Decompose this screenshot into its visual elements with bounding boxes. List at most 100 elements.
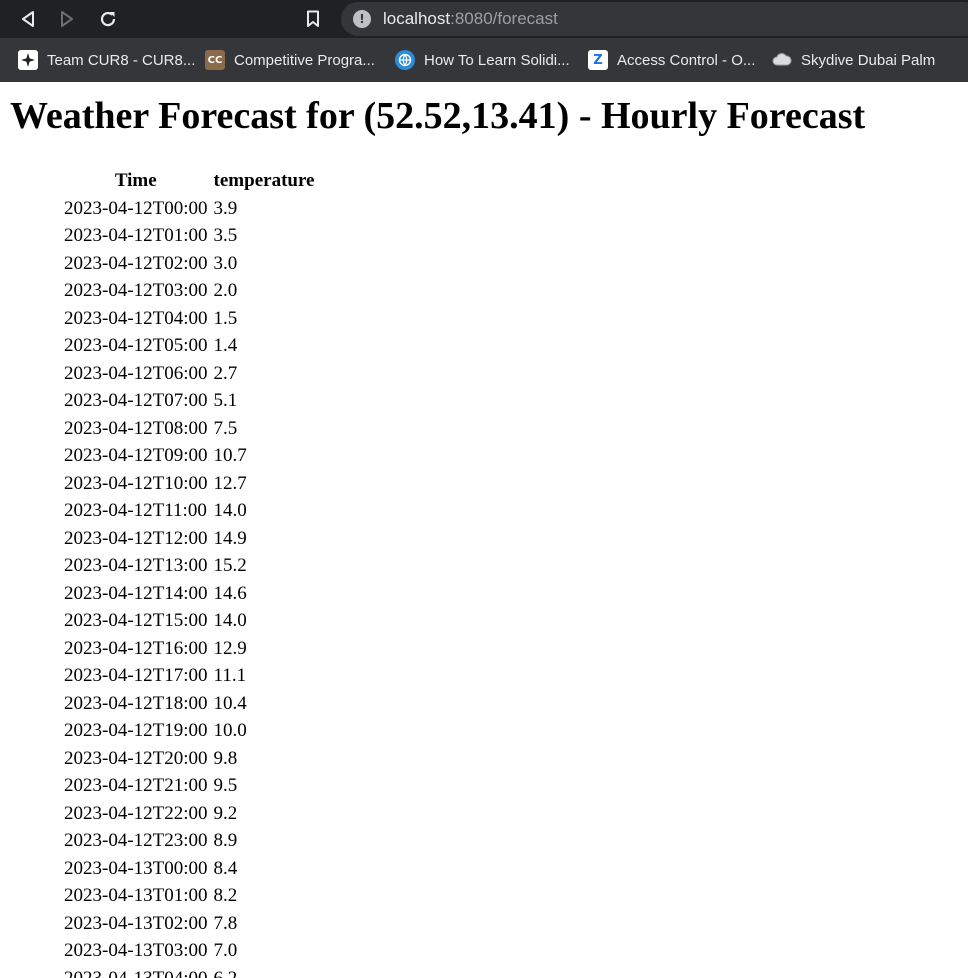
time-cell: 2023-04-13T00:00 xyxy=(64,857,208,879)
temperature-cell: 12.9 xyxy=(213,637,247,659)
table-row: 2023-04-12T05:00 1.4 xyxy=(62,333,316,361)
bookmark-access-control[interactable]: Z Access Control - O... xyxy=(588,38,755,82)
table-header-row: Time temperature xyxy=(62,166,316,195)
time-cell: 2023-04-12T22:00 xyxy=(64,802,208,824)
table-row: 2023-04-13T00:00 8.4 xyxy=(62,855,316,883)
temperature-cell: 14.0 xyxy=(213,500,247,522)
bookmark-icon xyxy=(307,10,319,27)
temperature-cell: 10.4 xyxy=(213,692,247,714)
table-row: 2023-04-12T20:00 9.8 xyxy=(62,745,316,773)
table-row: 2023-04-12T22:00 9.2 xyxy=(62,800,316,828)
bookmark-page-button[interactable] xyxy=(300,6,326,32)
temperature-cell: 3.0 xyxy=(213,252,238,274)
table-row: 2023-04-12T17:00 11.1 xyxy=(62,663,316,691)
temperature-cell: 7.0 xyxy=(213,940,238,962)
temperature-cell: 9.8 xyxy=(213,747,238,769)
browser-toolbar: ! localhost:8080/forecast xyxy=(0,0,968,38)
table-row: 2023-04-12T19:00 10.0 xyxy=(62,718,316,746)
temperature-cell: 7.8 xyxy=(213,912,238,934)
time-cell: 2023-04-12T09:00 xyxy=(64,445,208,467)
temperature-cell: 1.5 xyxy=(213,307,238,329)
temperature-cell: 9.2 xyxy=(213,802,238,824)
temperature-cell: 7.5 xyxy=(213,417,238,439)
time-cell: 2023-04-12T19:00 xyxy=(64,720,208,742)
table-row: 2023-04-13T02:00 7.8 xyxy=(62,910,316,938)
temperature-cell: 5.1 xyxy=(213,390,238,412)
table-row: 2023-04-12T21:00 9.5 xyxy=(62,773,316,801)
forecast-table: Time temperature 2023-04-12T00:00 3.9 2023… xyxy=(60,166,318,978)
table-row: 2023-04-12T00:00 3.9 xyxy=(62,195,316,223)
temperature-cell: 8.4 xyxy=(213,857,238,879)
column-header-temperature: temperature xyxy=(213,169,315,191)
table-row: 2023-04-12T23:00 8.9 xyxy=(62,828,316,856)
table-row: 2023-04-12T16:00 12.9 xyxy=(62,635,316,663)
time-cell: 2023-04-12T03:00 xyxy=(64,280,208,302)
table-row: 2023-04-12T18:00 10.4 xyxy=(62,690,316,718)
time-cell: 2023-04-12T04:00 xyxy=(64,307,208,329)
time-cell: 2023-04-13T01:00 xyxy=(64,885,208,907)
reload-button[interactable] xyxy=(94,6,122,32)
time-cell: 2023-04-13T04:00 xyxy=(62,965,210,978)
time-cell: 2023-04-12T16:00 xyxy=(64,637,208,659)
temperature-cell: 9.5 xyxy=(213,775,238,797)
bookmark-learn-solidity[interactable]: How To Learn Solidi... xyxy=(395,38,570,82)
temperature-cell: 2.7 xyxy=(213,362,238,384)
temperature-cell: 10.7 xyxy=(213,445,247,467)
url-host: localhost xyxy=(383,9,451,28)
column-header-time: Time xyxy=(114,169,157,191)
time-cell: 2023-04-12T18:00 xyxy=(64,692,208,714)
table-row: 2023-04-12T10:00 12.7 xyxy=(62,470,316,498)
forward-button[interactable] xyxy=(53,6,81,32)
temperature-cell: 3.5 xyxy=(213,225,238,247)
temperature-cell: 1.4 xyxy=(213,335,238,357)
cc-icon: CC xyxy=(205,50,225,70)
table-row: 2023-04-12T14:00 14.6 xyxy=(62,580,316,608)
cloud-icon xyxy=(772,50,792,70)
time-cell: 2023-04-12T17:00 xyxy=(64,665,208,687)
temperature-cell: 15.2 xyxy=(213,555,247,577)
forward-arrow-icon xyxy=(61,11,73,27)
bookmark-label: Competitive Progra... xyxy=(234,51,375,69)
time-cell: 2023-04-12T12:00 xyxy=(64,527,208,549)
site-info-icon[interactable]: ! xyxy=(353,10,371,28)
time-cell: 2023-04-12T21:00 xyxy=(64,775,208,797)
back-button[interactable] xyxy=(14,6,42,32)
table-row: 2023-04-12T01:00 3.5 xyxy=(62,223,316,251)
table-row: 2023-04-12T03:00 2.0 xyxy=(62,278,316,306)
temperature-cell: 3.9 xyxy=(213,197,238,219)
temperature-cell: 8.2 xyxy=(213,885,238,907)
temperature-cell: 12.7 xyxy=(213,472,247,494)
table-row: 2023-04-12T08:00 7.5 xyxy=(62,415,316,443)
z-icon: Z xyxy=(588,50,608,70)
time-cell: 2023-04-12T10:00 xyxy=(64,472,208,494)
table-row: 2023-04-12T13:00 15.2 xyxy=(62,553,316,581)
table-row: 2023-04-13T04:006.2 xyxy=(62,965,316,978)
temperature-cell: 14.0 xyxy=(213,610,247,632)
bookmark-competitive-programming[interactable]: CC Competitive Progra... xyxy=(205,38,375,82)
table-row: 2023-04-13T01:00 8.2 xyxy=(62,883,316,911)
table-row: 2023-04-12T12:00 14.9 xyxy=(62,525,316,553)
url-text[interactable]: localhost:8080/forecast xyxy=(383,2,558,36)
address-bar[interactable]: ! localhost:8080/forecast xyxy=(341,2,968,36)
table-row: 2023-04-12T02:00 3.0 xyxy=(62,250,316,278)
time-cell: 2023-04-12T11:00 xyxy=(64,500,207,522)
time-cell: 2023-04-13T03:00 xyxy=(64,940,208,962)
page-content: Weather Forecast for (52.52,13.41) - Hou… xyxy=(0,82,968,978)
time-cell: 2023-04-12T06:00 xyxy=(64,362,208,384)
bookmark-label: Skydive Dubai Palm xyxy=(801,51,936,69)
table-row: 2023-04-12T11:00 14.0 xyxy=(62,498,316,526)
time-cell: 2023-04-12T01:00 xyxy=(64,225,208,247)
table-row: 2023-04-12T06:00 2.7 xyxy=(62,360,316,388)
back-arrow-icon xyxy=(22,11,34,27)
time-cell: 2023-04-12T08:00 xyxy=(64,417,208,439)
table-row: 2023-04-13T03:00 7.0 xyxy=(62,938,316,966)
bookmark-team-cur8[interactable]: Team CUR8 - CUR8... xyxy=(18,38,195,82)
bookmark-label: How To Learn Solidi... xyxy=(424,51,570,69)
time-cell: 2023-04-13T02:00 xyxy=(64,912,208,934)
page-title: Weather Forecast for (52.52,13.41) - Hou… xyxy=(10,95,866,137)
bookmark-skydive-dubai[interactable]: Skydive Dubai Palm xyxy=(772,38,935,82)
forecast-table-body: 2023-04-12T00:00 3.9 2023-04-12T01:00 3.5 20… xyxy=(62,195,316,978)
temperature-cell: 14.9 xyxy=(213,527,247,549)
time-cell: 2023-04-12T00:00 xyxy=(64,197,208,219)
time-cell: 2023-04-12T15:00 xyxy=(64,610,208,632)
